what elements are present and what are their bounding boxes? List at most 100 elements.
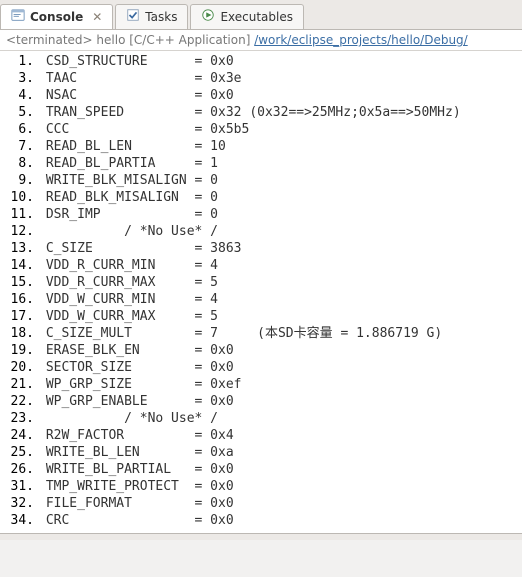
line-text: VDD_R_CURR_MIN = 4 <box>38 257 218 274</box>
line-text: VDD_W_CURR_MAX = 5 <box>38 308 218 325</box>
output-line: 4. NSAC = 0x0 <box>0 87 522 104</box>
line-text: C_SIZE_MULT = 7 (本SD卡容量 = 1.886719 G) <box>38 325 442 342</box>
close-icon[interactable]: ✕ <box>92 10 102 24</box>
tab-bar: Console ✕ Tasks Executables <box>0 0 522 30</box>
line-text: CCC = 0x5b5 <box>38 121 249 138</box>
line-text: C_SIZE = 3863 <box>38 240 242 257</box>
line-text: WP_GRP_ENABLE = 0x0 <box>38 393 234 410</box>
output-line: 13. C_SIZE = 3863 <box>0 240 522 257</box>
output-line: 20. SECTOR_SIZE = 0x0 <box>0 359 522 376</box>
line-number: 31. <box>0 478 38 495</box>
line-text: READ_BL_PARTIA = 1 <box>38 155 218 172</box>
line-number: 26. <box>0 461 38 478</box>
tasks-icon <box>126 8 140 25</box>
tab-console[interactable]: Console ✕ <box>0 4 113 29</box>
output-line: 11. DSR_IMP = 0 <box>0 206 522 223</box>
line-text: FILE_FORMAT = 0x0 <box>38 495 234 512</box>
output-line: 7. READ_BL_LEN = 10 <box>0 138 522 155</box>
output-line: 21. WP_GRP_SIZE = 0xef <box>0 376 522 393</box>
line-number: 7. <box>0 138 38 155</box>
output-line: 6. CCC = 0x5b5 <box>0 121 522 138</box>
line-number: 6. <box>0 121 38 138</box>
console-header: <terminated> hello [C/C++ Application] /… <box>0 30 522 51</box>
output-line: 14. VDD_R_CURR_MIN = 4 <box>0 257 522 274</box>
status-strip <box>0 533 522 540</box>
console-output[interactable]: 1. CSD_STRUCTURE = 0x03. TAAC = 0x3e4. N… <box>0 51 522 533</box>
line-number: 16. <box>0 291 38 308</box>
line-text: SECTOR_SIZE = 0x0 <box>38 359 234 376</box>
line-text: VDD_W_CURR_MIN = 4 <box>38 291 218 308</box>
output-line: 18. C_SIZE_MULT = 7 (本SD卡容量 = 1.886719 G… <box>0 325 522 342</box>
line-text: NSAC = 0x0 <box>38 87 234 104</box>
output-line: 1. CSD_STRUCTURE = 0x0 <box>0 53 522 70</box>
line-number: 23. <box>0 410 38 427</box>
output-line: 25. WRITE_BL_LEN = 0xa <box>0 444 522 461</box>
line-text: READ_BL_LEN = 10 <box>38 138 226 155</box>
line-number: 17. <box>0 308 38 325</box>
line-number: 22. <box>0 393 38 410</box>
line-number: 21. <box>0 376 38 393</box>
terminated-label: <terminated> hello [C/C++ Application] <box>6 33 254 47</box>
output-line: 23. / *No Use* / <box>0 410 522 427</box>
line-text: WP_GRP_SIZE = 0xef <box>38 376 242 393</box>
line-text: TAAC = 0x3e <box>38 70 242 87</box>
line-text: TMP_WRITE_PROTECT = 0x0 <box>38 478 234 495</box>
line-number: 5. <box>0 104 38 121</box>
tab-tasks[interactable]: Tasks <box>115 4 188 29</box>
output-line: 12. / *No Use* / <box>0 223 522 240</box>
line-number: 1. <box>0 53 38 70</box>
line-number: 34. <box>0 512 38 529</box>
line-text: WRITE_BL_PARTIAL = 0x0 <box>38 461 234 478</box>
output-line: 15. VDD_R_CURR_MAX = 5 <box>0 274 522 291</box>
line-number: 19. <box>0 342 38 359</box>
tab-label: Console <box>30 10 83 24</box>
line-text: / *No Use* / <box>38 223 218 240</box>
line-number: 8. <box>0 155 38 172</box>
console-icon <box>11 8 25 25</box>
executables-icon <box>201 8 215 25</box>
line-number: 32. <box>0 495 38 512</box>
line-text: WRITE_BL_LEN = 0xa <box>38 444 234 461</box>
line-number: 20. <box>0 359 38 376</box>
line-text: R2W_FACTOR = 0x4 <box>38 427 234 444</box>
tab-label: Executables <box>220 10 293 24</box>
output-line: 9. WRITE_BLK_MISALIGN = 0 <box>0 172 522 189</box>
project-path-link[interactable]: /work/eclipse_projects/hello/Debug/ <box>254 33 468 47</box>
line-number: 4. <box>0 87 38 104</box>
line-text: VDD_R_CURR_MAX = 5 <box>38 274 218 291</box>
line-text: CRC = 0x0 <box>38 512 234 529</box>
line-text: ERASE_BLK_EN = 0x0 <box>38 342 234 359</box>
output-line: 32. FILE_FORMAT = 0x0 <box>0 495 522 512</box>
line-number: 11. <box>0 206 38 223</box>
line-number: 25. <box>0 444 38 461</box>
output-line: 24. R2W_FACTOR = 0x4 <box>0 427 522 444</box>
line-text: / *No Use* / <box>38 410 218 427</box>
output-line: 3. TAAC = 0x3e <box>0 70 522 87</box>
line-text: READ_BLK_MISALIGN = 0 <box>38 189 218 206</box>
output-line: 5. TRAN_SPEED = 0x32 (0x32==>25MHz;0x5a=… <box>0 104 522 121</box>
output-line: 31. TMP_WRITE_PROTECT = 0x0 <box>0 478 522 495</box>
line-text: WRITE_BLK_MISALIGN = 0 <box>38 172 218 189</box>
line-number: 14. <box>0 257 38 274</box>
line-number: 9. <box>0 172 38 189</box>
line-number: 24. <box>0 427 38 444</box>
output-line: 19. ERASE_BLK_EN = 0x0 <box>0 342 522 359</box>
line-text: TRAN_SPEED = 0x32 (0x32==>25MHz;0x5a==>5… <box>38 104 461 121</box>
line-number: 12. <box>0 223 38 240</box>
tab-label: Tasks <box>145 10 177 24</box>
line-number: 10. <box>0 189 38 206</box>
tab-executables[interactable]: Executables <box>190 4 304 29</box>
output-line: 8. READ_BL_PARTIA = 1 <box>0 155 522 172</box>
line-text: DSR_IMP = 0 <box>38 206 218 223</box>
line-text: CSD_STRUCTURE = 0x0 <box>38 53 234 70</box>
output-line: 17. VDD_W_CURR_MAX = 5 <box>0 308 522 325</box>
line-number: 13. <box>0 240 38 257</box>
line-number: 3. <box>0 70 38 87</box>
line-number: 15. <box>0 274 38 291</box>
output-line: 10. READ_BLK_MISALIGN = 0 <box>0 189 522 206</box>
output-line: 16. VDD_W_CURR_MIN = 4 <box>0 291 522 308</box>
line-number: 18. <box>0 325 38 342</box>
output-line: 22. WP_GRP_ENABLE = 0x0 <box>0 393 522 410</box>
output-line: 26. WRITE_BL_PARTIAL = 0x0 <box>0 461 522 478</box>
output-line: 34. CRC = 0x0 <box>0 512 522 529</box>
